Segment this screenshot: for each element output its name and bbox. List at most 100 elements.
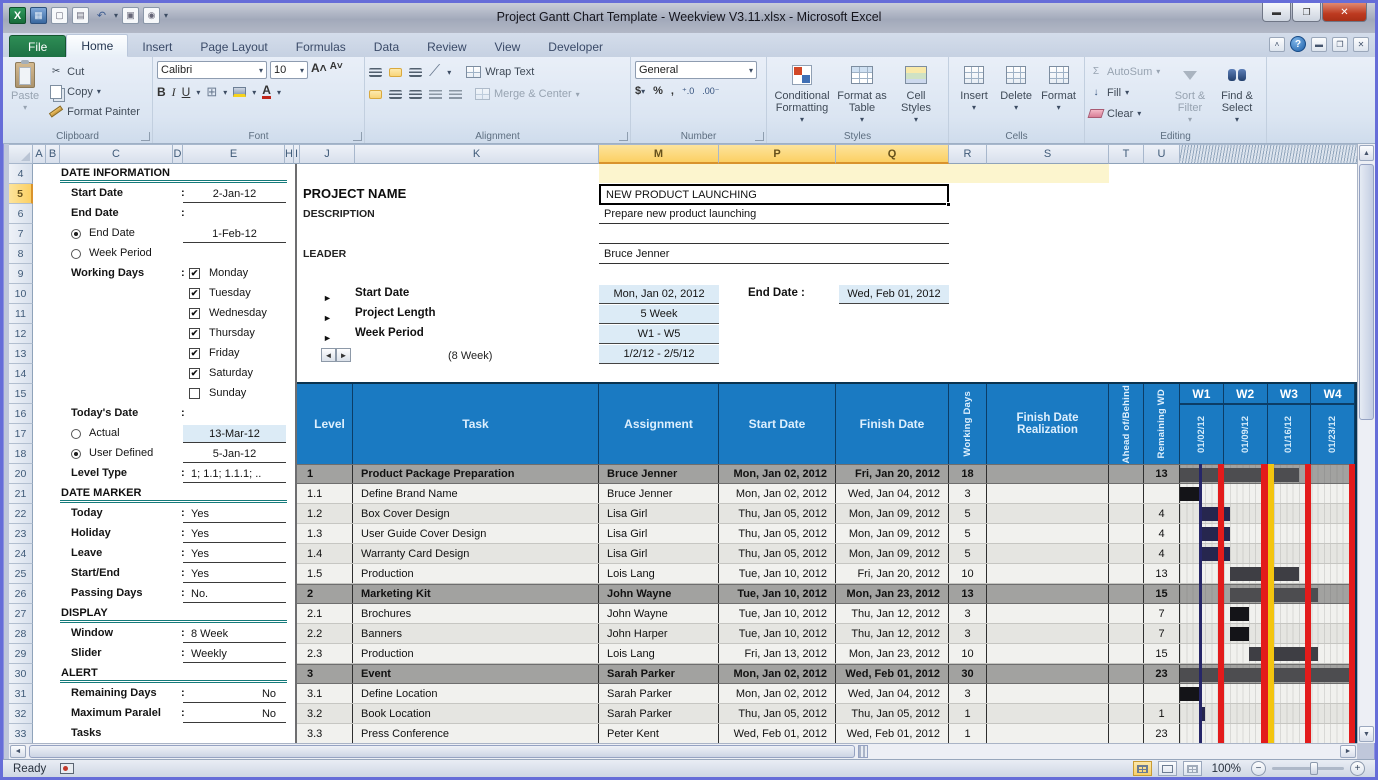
cell-task[interactable]: Box Cover Design xyxy=(353,504,599,523)
col-header-T[interactable]: T xyxy=(1109,144,1144,164)
row-header-30[interactable]: 30 xyxy=(9,664,33,684)
find-select-button[interactable]: Find & Select▾ xyxy=(1213,61,1261,128)
workbook-restore-icon[interactable]: ❐ xyxy=(1332,37,1348,52)
row-header-31[interactable]: 31 xyxy=(9,684,33,704)
header-remaining-wd[interactable]: Remaining WD xyxy=(1156,389,1167,458)
vertical-scrollbar[interactable]: ▲ ▼ xyxy=(1357,144,1375,743)
cell-finish-date-realization[interactable] xyxy=(987,724,1109,743)
row-header-25[interactable]: 25 xyxy=(9,564,33,584)
row-header-13[interactable]: 13 xyxy=(9,344,33,364)
checkbox-friday[interactable]: ✔ xyxy=(189,348,200,359)
cell-assignment[interactable]: Lisa Girl xyxy=(599,544,719,563)
task-row-1.1[interactable]: 1.1Define Brand NameBruce JennerMon, Jan… xyxy=(297,484,1355,504)
cell-start-date[interactable]: Thu, Jan 05, 2012 xyxy=(719,544,836,563)
cell-working-days[interactable]: 5 xyxy=(949,504,987,523)
vertical-scroll-thumb[interactable] xyxy=(1359,164,1374,420)
collapse-ribbon-icon[interactable]: ˄ xyxy=(1269,37,1285,52)
col-header-P[interactable]: P xyxy=(719,144,836,164)
cell-finish-date-realization[interactable] xyxy=(987,544,1109,563)
value-cell[interactable]: 1; 1.1; 1.1.1; .. xyxy=(183,465,286,483)
cell-ahead-behind[interactable] xyxy=(1109,704,1144,723)
cell-assignment[interactable]: Sarah Parker xyxy=(599,704,719,723)
cell-start-date[interactable]: Thu, Jan 05, 2012 xyxy=(719,524,836,543)
custom-tool-icon[interactable]: ▣ xyxy=(122,7,139,24)
row-header-22[interactable]: 22 xyxy=(9,504,33,524)
week-period-value-cell[interactable]: W1 - W5 xyxy=(599,325,719,344)
row-header-4[interactable]: 4 xyxy=(9,164,33,184)
page-layout-view-button[interactable] xyxy=(1158,761,1177,776)
fill-color-button[interactable] xyxy=(233,87,246,97)
tab-data[interactable]: Data xyxy=(360,36,413,57)
format-as-table-button[interactable]: Format as Table▾ xyxy=(833,61,891,128)
align-middle-button[interactable] xyxy=(389,68,402,77)
cell-working-days[interactable]: 3 xyxy=(949,604,987,623)
checkbox-tuesday[interactable]: ✔ xyxy=(189,288,200,299)
cell-task[interactable]: Brochures xyxy=(353,604,599,623)
cell-ahead-behind[interactable] xyxy=(1109,644,1144,663)
col-header-Q[interactable]: Q xyxy=(836,144,949,164)
horizontal-scrollbar[interactable]: ◄ ► xyxy=(9,743,1357,759)
cell-working-days[interactable]: 30 xyxy=(949,665,987,683)
cell-working-days[interactable]: 5 xyxy=(949,544,987,563)
cell-remaining-wd[interactable]: 13 xyxy=(1144,564,1180,583)
delete-cells-button[interactable]: Delete▾ xyxy=(995,61,1037,128)
underline-button[interactable]: U xyxy=(182,85,191,99)
cell-remaining-wd[interactable]: 15 xyxy=(1144,585,1180,603)
cell-task[interactable]: Define Location xyxy=(353,684,599,703)
cell-finish-date-realization[interactable] xyxy=(987,484,1109,503)
cell-task[interactable]: Marketing Kit xyxy=(353,585,599,603)
cut-button[interactable]: ✂Cut xyxy=(49,63,140,80)
task-row-1.2[interactable]: 1.2Box Cover DesignLisa GirlThu, Jan 05,… xyxy=(297,504,1355,524)
cell-ahead-behind[interactable] xyxy=(1109,604,1144,623)
row-header-26[interactable]: 26 xyxy=(9,584,33,604)
merge-center-button[interactable]: Merge & Center▾ xyxy=(475,86,580,103)
cell-task[interactable]: Warranty Card Design xyxy=(353,544,599,563)
value-cell[interactable]: 2-Jan-12 xyxy=(183,185,286,203)
cell-finish-date-realization[interactable] xyxy=(987,684,1109,703)
cell-task[interactable]: Production xyxy=(353,564,599,583)
row-header-11[interactable]: 11 xyxy=(9,304,33,324)
week-range-cell[interactable]: 1/2/12 - 2/5/12 xyxy=(599,345,719,364)
header-finish-date-realization[interactable]: Finish Date Realization xyxy=(987,384,1109,464)
cell-assignment[interactable]: Lisa Girl xyxy=(599,524,719,543)
row-header-7[interactable]: 7 xyxy=(9,224,33,244)
cell-finish-date[interactable]: Mon, Jan 09, 2012 xyxy=(836,504,949,523)
week-header-W1[interactable]: W101/02/12 xyxy=(1180,384,1224,464)
cell-level[interactable]: 2.3 xyxy=(297,644,353,663)
task-row-1.5[interactable]: 1.5ProductionLois LangTue, Jan 10, 2012F… xyxy=(297,564,1355,584)
col-header-S[interactable]: S xyxy=(987,144,1109,164)
project-length-value-cell[interactable]: 5 Week xyxy=(599,305,719,324)
cell-ahead-behind[interactable] xyxy=(1109,665,1144,683)
cell-remaining-wd[interactable] xyxy=(1144,684,1180,703)
sort-filter-button[interactable]: Sort & Filter▾ xyxy=(1167,61,1213,128)
cell-finish-date-realization[interactable] xyxy=(987,465,1109,483)
task-row-3.1[interactable]: 3.1Define LocationSarah ParkerMon, Jan 0… xyxy=(297,684,1355,704)
cell-finish-date-realization[interactable] xyxy=(987,624,1109,643)
font-family-select[interactable]: Calibri▾ xyxy=(157,61,267,79)
cell-level[interactable]: 3.2 xyxy=(297,704,353,723)
number-format-select[interactable]: General▾ xyxy=(635,61,757,79)
cell-finish-date[interactable]: Wed, Feb 01, 2012 xyxy=(836,665,949,683)
copy-button[interactable]: Copy▾ xyxy=(49,83,140,100)
cell-assignment[interactable]: Bruce Jenner xyxy=(599,465,719,483)
task-row-1[interactable]: 1Product Package PreparationBruce Jenner… xyxy=(297,464,1355,484)
row-header-23[interactable]: 23 xyxy=(9,524,33,544)
col-header-D[interactable]: D xyxy=(173,144,183,164)
row-header-18[interactable]: 18 xyxy=(9,444,33,464)
format-cells-button[interactable]: Format▾ xyxy=(1037,61,1080,128)
qat-customize-icon[interactable]: ▾ xyxy=(164,11,168,20)
cell-ahead-behind[interactable] xyxy=(1109,484,1144,503)
tab-insert[interactable]: Insert xyxy=(128,36,186,57)
project-name-cell[interactable]: NEW PRODUCT LAUNCHING xyxy=(599,184,949,205)
cell-styles-button[interactable]: Cell Styles▾ xyxy=(891,61,941,128)
cell-start-date[interactable]: Wed, Feb 01, 2012 xyxy=(719,724,836,743)
col-header-H[interactable]: H xyxy=(285,144,294,164)
cell-start-date[interactable]: Mon, Jan 02, 2012 xyxy=(719,484,836,503)
cell-remaining-wd[interactable]: 4 xyxy=(1144,524,1180,543)
week-header-W4[interactable]: W401/23/12 xyxy=(1311,384,1355,464)
row-header-17[interactable]: 17 xyxy=(9,424,33,444)
cell-task[interactable]: Define Brand Name xyxy=(353,484,599,503)
tab-view[interactable]: View xyxy=(481,36,535,57)
cell-level[interactable]: 1.1 xyxy=(297,484,353,503)
row-header-6[interactable]: 6 xyxy=(9,204,33,224)
